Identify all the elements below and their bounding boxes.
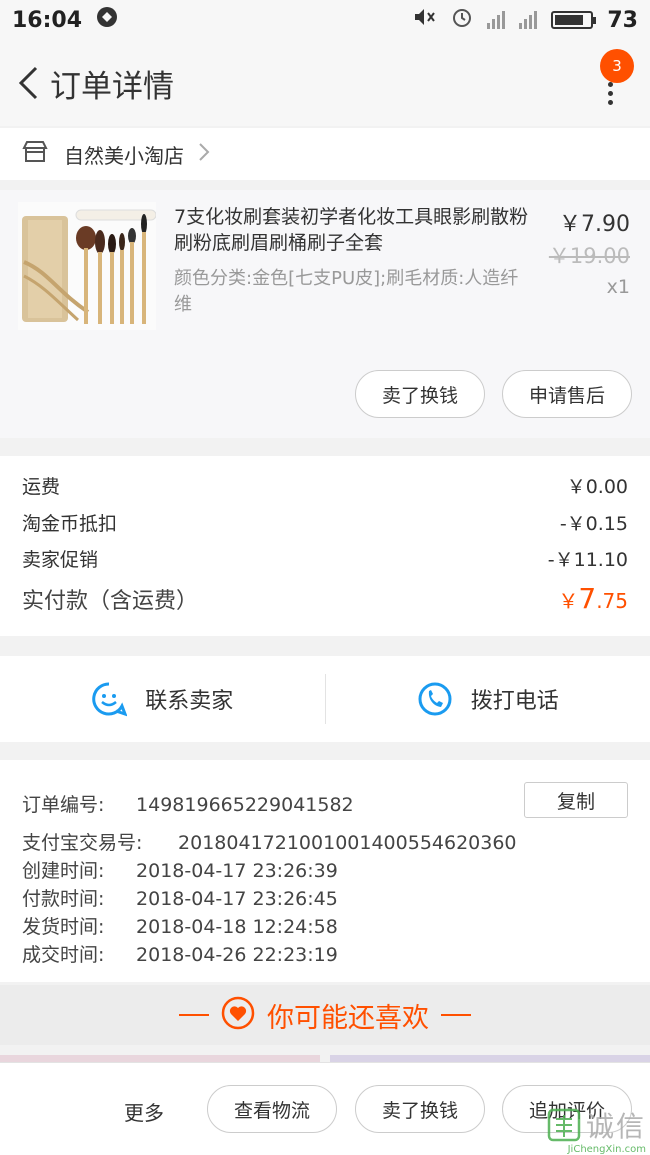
- coin-value: -￥0.15: [559, 513, 628, 535]
- contact-bar: 联系卖家 拨打电话: [0, 656, 650, 742]
- watermark: 诚信 JiChengXin.com: [546, 1105, 646, 1155]
- copy-button[interactable]: 复制: [524, 782, 628, 818]
- coin-label: 淘金币抵扣: [22, 513, 118, 535]
- total-dec: .75: [596, 589, 628, 613]
- battery-icon: [551, 11, 597, 29]
- total-int: 7: [578, 582, 597, 615]
- sell-for-cash-bottom-button[interactable]: 卖了换钱: [355, 1085, 485, 1133]
- shop-name: 自然美小淘店: [64, 143, 184, 168]
- shipping-label: 运费: [22, 476, 61, 498]
- call-phone-label: 拨打电话: [470, 689, 559, 714]
- product-price: ￥7.90: [559, 212, 630, 237]
- contact-seller-button[interactable]: 联系卖家: [0, 656, 325, 742]
- promo-label: 卖家促销: [22, 549, 99, 571]
- notification-badge: 3: [600, 49, 634, 83]
- fee-summary: 运费 ￥0.00 淘金币抵扣 -￥0.15 卖家促销 -￥11.10 实付款（含…: [0, 456, 650, 636]
- created-time-row: 创建时间: 2018-04-17 23:26:39: [22, 856, 338, 883]
- created-time-value: 2018-04-17 23:26:39: [136, 860, 338, 882]
- total-currency: ￥: [558, 589, 579, 613]
- shop-icon: [22, 140, 48, 168]
- app-notification-icon: [96, 6, 118, 34]
- seller-promo-row: 卖家促销 -￥11.10: [22, 545, 628, 572]
- deal-time-row: 成交时间: 2018-04-26 22:23:19: [22, 940, 338, 967]
- order-number-value: 149819665229041582: [136, 794, 354, 816]
- product-image[interactable]: [18, 202, 157, 330]
- divider: [179, 1014, 209, 1016]
- signal-4g-icon: [519, 11, 538, 29]
- alarm-icon: [451, 6, 473, 34]
- after-sale-button[interactable]: 申请售后: [502, 370, 632, 418]
- status-time: 16:04: [12, 7, 83, 33]
- call-phone-button[interactable]: 拨打电话: [326, 656, 650, 742]
- chat-smile-icon: [92, 682, 128, 717]
- order-info: 订单编号: 149819665229041582 复制 支付宝交易号: 2018…: [0, 760, 650, 982]
- phone-icon: [418, 682, 452, 716]
- alipay-number-label: 支付宝交易号:: [22, 832, 143, 854]
- paid-time-row: 付款时间: 2018-04-17 23:26:45: [22, 884, 338, 911]
- contact-seller-label: 联系卖家: [145, 689, 234, 714]
- sell-for-cash-button[interactable]: 卖了换钱: [355, 370, 485, 418]
- deal-time-label: 成交时间:: [22, 944, 105, 966]
- paid-time-label: 付款时间:: [22, 888, 105, 910]
- signal-icon: [487, 11, 506, 29]
- alipay-number-row: 支付宝交易号: 2018041721001001400554620360: [22, 828, 517, 855]
- coin-deduction-row: 淘金币抵扣 -￥0.15: [22, 509, 628, 536]
- recommend-title: 你可能还喜欢: [267, 1002, 429, 1034]
- battery-level: 73: [607, 7, 638, 33]
- order-number-label: 订单编号:: [22, 794, 105, 816]
- promo-value: -￥11.10: [547, 549, 628, 571]
- product-original-price: ￥19.00: [548, 244, 630, 268]
- alipay-number-value: 2018041721001001400554620360: [178, 832, 517, 854]
- product-attributes: 颜色分类:金色[七支PU皮];刷毛材质:人造纤维: [174, 268, 519, 315]
- shipping-row: 运费 ￥0.00: [22, 472, 628, 499]
- shipped-time-row: 发货时间: 2018-04-18 12:24:58: [22, 912, 338, 939]
- total-paid-row: 实付款（含运费） ￥7.75: [22, 582, 628, 615]
- recommend-header: 你可能还喜欢: [0, 985, 650, 1045]
- product-card: 7支化妆刷套装初学者化妆工具眼影刷散粉刷粉底刷眉刷桶刷子全套 颜色分类:金色[七…: [0, 190, 650, 438]
- watermark-domain: JiChengXin.com: [567, 1144, 646, 1155]
- chevron-right-icon: [198, 142, 210, 166]
- watermark-text: 诚信: [585, 1110, 646, 1143]
- deal-time-value: 2018-04-26 22:23:19: [136, 944, 338, 966]
- heart-icon: [221, 996, 255, 1034]
- watermark-logo-icon: [547, 1108, 581, 1142]
- total-amount: ￥7.75: [558, 582, 628, 615]
- shipped-time-label: 发货时间:: [22, 916, 105, 938]
- chevron-left-icon: [18, 66, 38, 100]
- view-logistics-button[interactable]: 查看物流: [207, 1085, 337, 1133]
- bottom-action-bar: 更多 查看物流 卖了换钱 追加评价 诚信 JiChengXin.com: [0, 1062, 650, 1155]
- mute-icon: [413, 6, 437, 34]
- page-title: 订单详情: [50, 68, 174, 105]
- status-bar: 16:04 73: [0, 0, 650, 40]
- shop-row[interactable]: 自然美小淘店: [0, 128, 650, 180]
- total-label: 实付款（含运费）: [22, 589, 199, 614]
- product-title[interactable]: 7支化妆刷套装初学者化妆工具眼影刷散粉刷粉底刷眉刷桶刷子全套: [174, 204, 536, 256]
- more-button[interactable]: 更多: [124, 1097, 164, 1126]
- back-button[interactable]: [8, 63, 48, 103]
- shipped-time-value: 2018-04-18 12:24:58: [136, 916, 338, 938]
- divider: [441, 1014, 471, 1016]
- paid-time-value: 2018-04-17 23:26:45: [136, 888, 338, 910]
- order-number-row: 订单编号: 149819665229041582: [22, 790, 354, 817]
- navigation-bar: 订单详情 3: [0, 40, 650, 126]
- shipping-value: ￥0.00: [566, 476, 628, 498]
- created-time-label: 创建时间:: [22, 860, 105, 882]
- product-quantity: x1: [606, 276, 630, 298]
